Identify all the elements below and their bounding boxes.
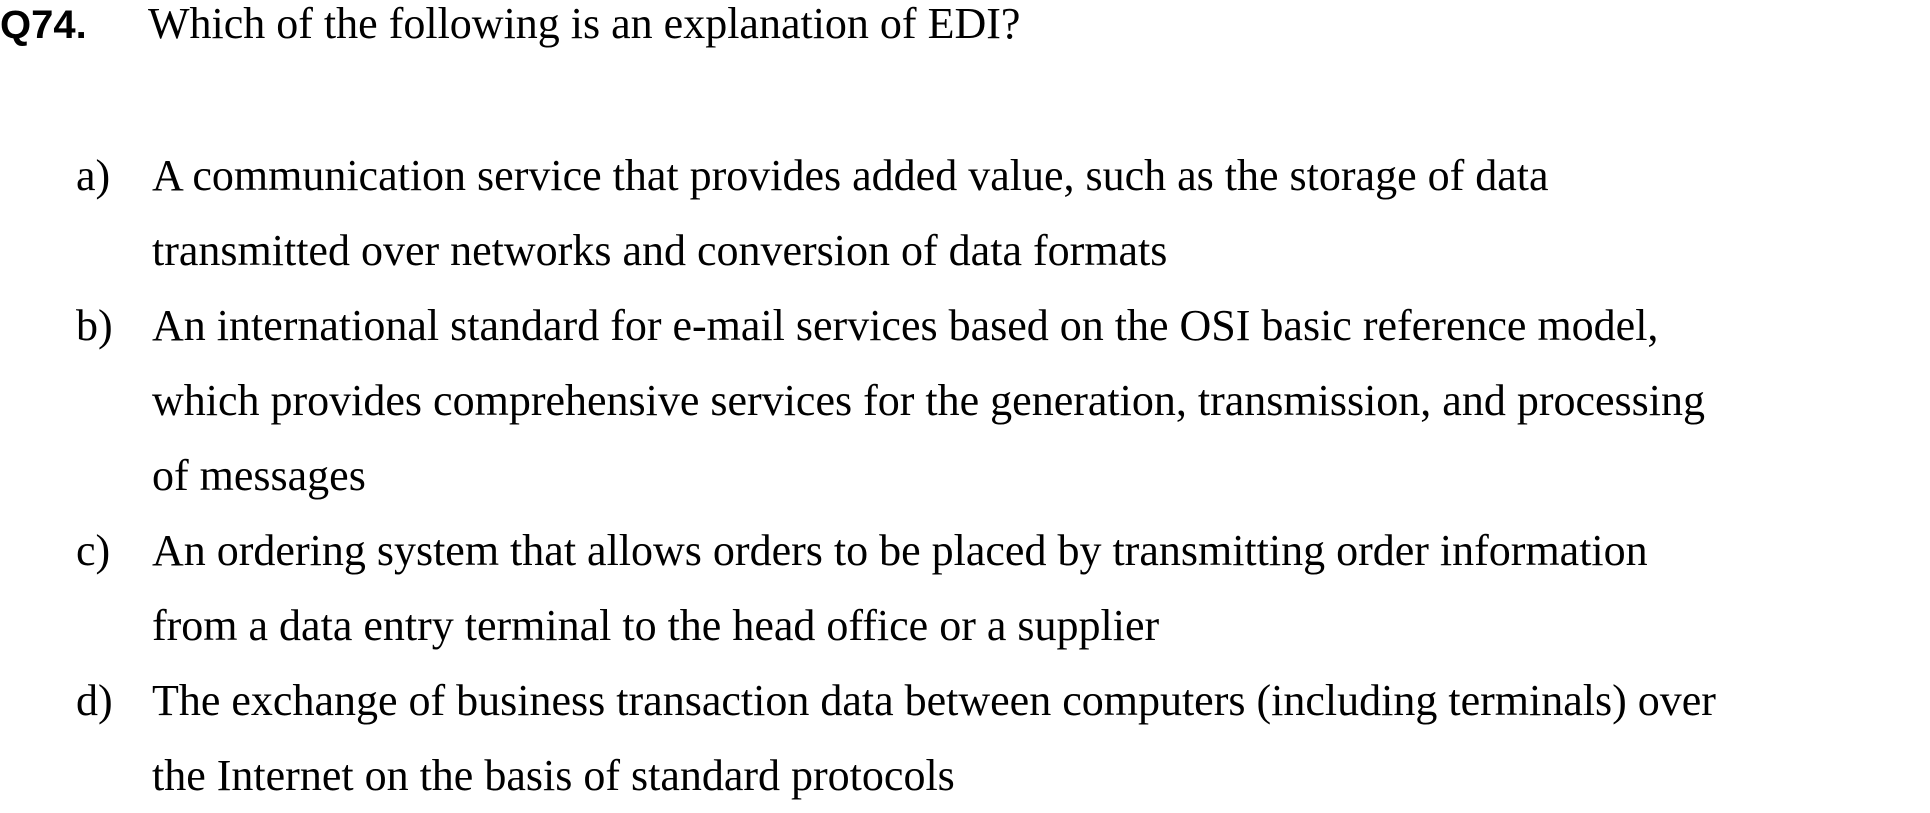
option-line: the Internet on the basis of standard pr… — [152, 751, 955, 800]
question-block: Q74. Which of the following is an explan… — [0, 0, 1930, 801]
option-line: transmitted over networks and conversion… — [152, 226, 1168, 275]
option-text: An international standard for e-mail ser… — [152, 288, 1930, 513]
option-letter: a) — [76, 151, 111, 200]
option-line: The exchange of business transaction dat… — [152, 676, 1716, 725]
option-line: from a data entry terminal to the head o… — [152, 601, 1160, 650]
question-number: Q74. — [0, 3, 87, 47]
option-text: An ordering system that allows orders to… — [152, 513, 1930, 663]
option-letter: c) — [76, 526, 111, 575]
option-line: An ordering system that allows orders to… — [152, 526, 1648, 575]
option-c: c) An ordering system that allows orders… — [0, 513, 1930, 663]
option-line: of messages — [152, 451, 366, 500]
option-line: which provides comprehensive services fo… — [152, 376, 1706, 425]
option-text: The exchange of business transaction dat… — [152, 663, 1930, 813]
option-b: b) An international standard for e-mail … — [0, 288, 1930, 513]
option-d: d) The exchange of business transaction … — [0, 663, 1930, 813]
option-line: An international standard for e-mail ser… — [152, 301, 1659, 350]
answer-options: a) A communication service that provides… — [0, 138, 1930, 813]
option-line: A communication service that provides ad… — [152, 151, 1549, 200]
question-header: Q74. Which of the following is an explan… — [0, 0, 1020, 48]
option-a: a) A communication service that provides… — [0, 138, 1930, 288]
question-text: Which of the following is an explanation… — [148, 0, 1021, 48]
option-letter: d) — [76, 676, 113, 725]
option-letter: b) — [76, 301, 113, 350]
option-text: A communication service that provides ad… — [152, 138, 1930, 288]
